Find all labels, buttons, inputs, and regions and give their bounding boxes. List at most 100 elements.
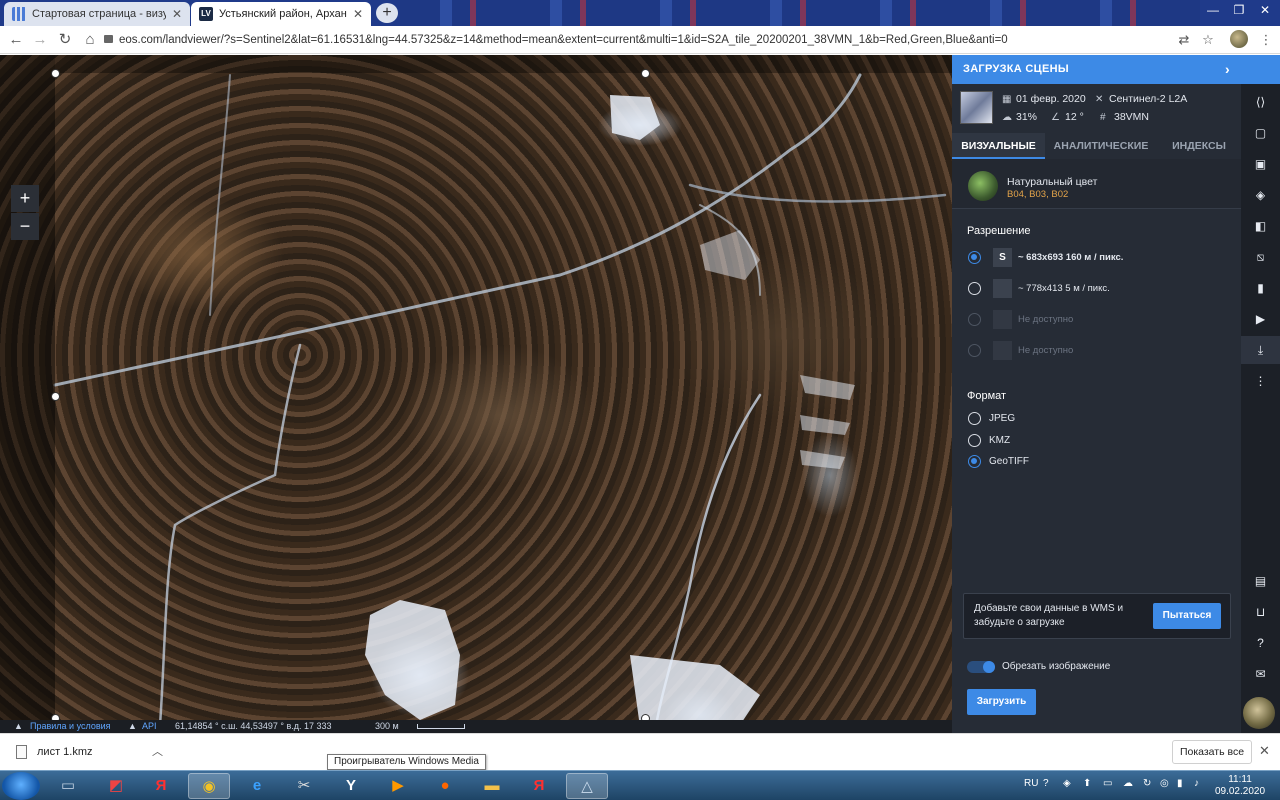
wms-promo-text: Добавьте свои данные в WMS и забудьте о … (974, 603, 1124, 628)
user-avatar[interactable] (1243, 697, 1275, 729)
browser-toolbar: ← → ↻ ⌂ eos.com/landviewer/?s=Sentinel2&… (0, 26, 1280, 54)
image-icon[interactable]: ▣ (1241, 150, 1280, 178)
tray-cloud-icon[interactable]: ☁ (1123, 778, 1133, 789)
start-button[interactable] (2, 772, 40, 800)
tray-sync-icon[interactable]: ↻ (1143, 778, 1151, 789)
resolution-label: Не доступно (1018, 345, 1074, 356)
more-icon[interactable]: ⋮ (1241, 367, 1280, 395)
format-radio-jpeg[interactable] (968, 412, 981, 425)
minimize-icon[interactable]: — (1200, 0, 1226, 20)
forward-arrow-icon[interactable]: → (30, 30, 50, 50)
tray-monitor-icon[interactable]: ▭ (1103, 778, 1112, 789)
calc-app-icon[interactable]: ◩ (95, 773, 137, 799)
browser-tab-strip: Стартовая страница - визуальн ✕ LV Устья… (0, 0, 1280, 26)
chat-icon[interactable]: ▤ (1241, 567, 1280, 595)
cart-icon[interactable]: ⊔ (1241, 598, 1280, 626)
chevron-up-icon[interactable]: ︿ (152, 743, 163, 759)
zoom-in-button[interactable]: + (11, 185, 39, 212)
tab-landviewer[interactable]: LV Устьянский район, Архангельс ✕ (191, 2, 371, 26)
area-select-icon[interactable]: ▢ (1241, 119, 1280, 147)
resolution-radio-2[interactable] (968, 282, 981, 295)
explorer-app-icon[interactable]: ▭ (47, 773, 89, 799)
download-button[interactable]: Загрузить (967, 689, 1036, 715)
tray-whatsapp-icon[interactable]: ◎ (1160, 778, 1169, 789)
angle-icon: ∠ (1051, 112, 1060, 123)
format-label: GeoTIFF (989, 456, 1030, 467)
wms-try-button[interactable]: Пытаться (1153, 603, 1221, 629)
show-all-button[interactable]: Показать все (1172, 740, 1252, 764)
tab-analytical[interactable]: АНАЛИТИЧЕСКИЕ (1045, 133, 1157, 159)
scene-satellite: ✕ Сентинел-2 L2A (1095, 93, 1187, 105)
scene-thumbnail[interactable] (960, 91, 993, 124)
bookmark-star-icon[interactable]: ☆ (1198, 30, 1218, 50)
close-icon[interactable]: ✕ (353, 7, 363, 21)
system-clock[interactable]: 11:11 09.02.2020 (1210, 774, 1270, 798)
extent-handle[interactable] (51, 69, 60, 78)
extent-handle[interactable] (641, 69, 650, 78)
volume-icon[interactable]: ♪ (1194, 778, 1199, 789)
folder-app-icon[interactable]: ▬ (471, 773, 513, 799)
format-radio-geotiff[interactable] (968, 455, 981, 468)
window-close-icon[interactable]: ✕ (1252, 0, 1278, 20)
paint-app-icon[interactable]: ✂ (283, 773, 325, 799)
address-bar[interactable]: eos.com/landviewer/?s=Sentinel2&lat=61.1… (104, 29, 1164, 51)
close-icon[interactable]: ✕ (172, 7, 182, 21)
tray-shield-icon[interactable]: ◈ (1063, 778, 1071, 789)
snow-field (800, 450, 845, 469)
translate-icon[interactable]: ⇄ (1174, 30, 1194, 50)
tab-visual[interactable]: ВИЗУАЛЬНЫЕ (952, 133, 1045, 159)
language-indicator[interactable]: RU (1024, 778, 1038, 789)
downloaded-file-name[interactable]: лист 1.kmz (37, 746, 93, 758)
help-icon[interactable]: ? (1241, 629, 1280, 657)
api-link[interactable]: API (142, 720, 157, 733)
format-radio-kmz[interactable] (968, 434, 981, 447)
basketball-app-icon[interactable]: ● (424, 773, 466, 799)
extent-handle[interactable] (51, 392, 60, 401)
cloud-cover-value: 31% (1016, 111, 1038, 123)
network-app-icon[interactable]: △ (566, 773, 608, 799)
tab-indices[interactable]: ИНДЕКСЫ (1157, 133, 1241, 159)
network-icon[interactable]: ▮ (1177, 778, 1183, 789)
yandex-browser-icon[interactable]: Я (518, 773, 560, 799)
terms-link[interactable]: Правила и условия (30, 720, 111, 733)
resolution-radio-1[interactable] (968, 251, 981, 264)
scene-tile: #38VMN (1100, 111, 1149, 123)
tab-start-page[interactable]: Стартовая страница - визуальн ✕ (4, 2, 190, 26)
layers-icon[interactable]: ◈ (1241, 181, 1280, 209)
back-arrow-icon[interactable]: ← (6, 30, 26, 50)
outside-extent-shade (55, 55, 952, 73)
crop-image-toggle[interactable] (967, 661, 995, 673)
hash-icon: # (1100, 112, 1106, 123)
yandex-app-icon[interactable]: Y (330, 773, 372, 799)
change-detection-icon[interactable]: ⧅ (1241, 243, 1280, 271)
info-icon: ▲ (128, 721, 137, 731)
close-icon[interactable]: ✕ (1259, 743, 1270, 759)
reload-icon[interactable]: ↻ (55, 30, 75, 50)
new-tab-button[interactable]: + (376, 3, 398, 23)
sun-angle-value: 12 ° (1065, 111, 1084, 123)
maximize-icon[interactable]: ❐ (1226, 0, 1252, 20)
home-icon[interactable]: ⌂ (80, 30, 100, 50)
resolution-badge: S (993, 248, 1012, 267)
tray-arrow-icon[interactable]: ⬆ (1083, 778, 1091, 789)
feedback-icon[interactable]: ✉ (1241, 660, 1280, 688)
zoom-out-button[interactable]: − (11, 213, 39, 240)
media-player-icon[interactable]: ▶ (377, 773, 419, 799)
tray-help-icon[interactable]: ? (1043, 778, 1049, 789)
profile-avatar[interactable] (1230, 30, 1248, 48)
ie-app-icon[interactable]: e (236, 773, 278, 799)
satellite-map[interactable]: + − (0, 55, 952, 733)
yandex-browser-icon[interactable]: Я (140, 773, 182, 799)
tile-value: 38VMN (1114, 111, 1150, 123)
code-icon[interactable]: ⟨⟩ (1241, 88, 1280, 116)
clock-time: 11:11 (1228, 774, 1252, 785)
menu-dots-icon[interactable]: ⋮ (1256, 30, 1276, 50)
resolution-title: Разрешение (967, 225, 1031, 237)
play-icon[interactable]: ▶ (1241, 305, 1280, 333)
chrome-app-icon[interactable]: ◉ (188, 773, 230, 799)
chevron-right-icon[interactable]: › (1225, 55, 1230, 84)
compare-icon[interactable]: ◧ (1241, 212, 1280, 240)
download-icon[interactable]: ⤓ (1241, 336, 1280, 364)
chart-icon[interactable]: ▮ (1241, 274, 1280, 302)
tab-title: Устьянский район, Архангельс (219, 8, 347, 20)
